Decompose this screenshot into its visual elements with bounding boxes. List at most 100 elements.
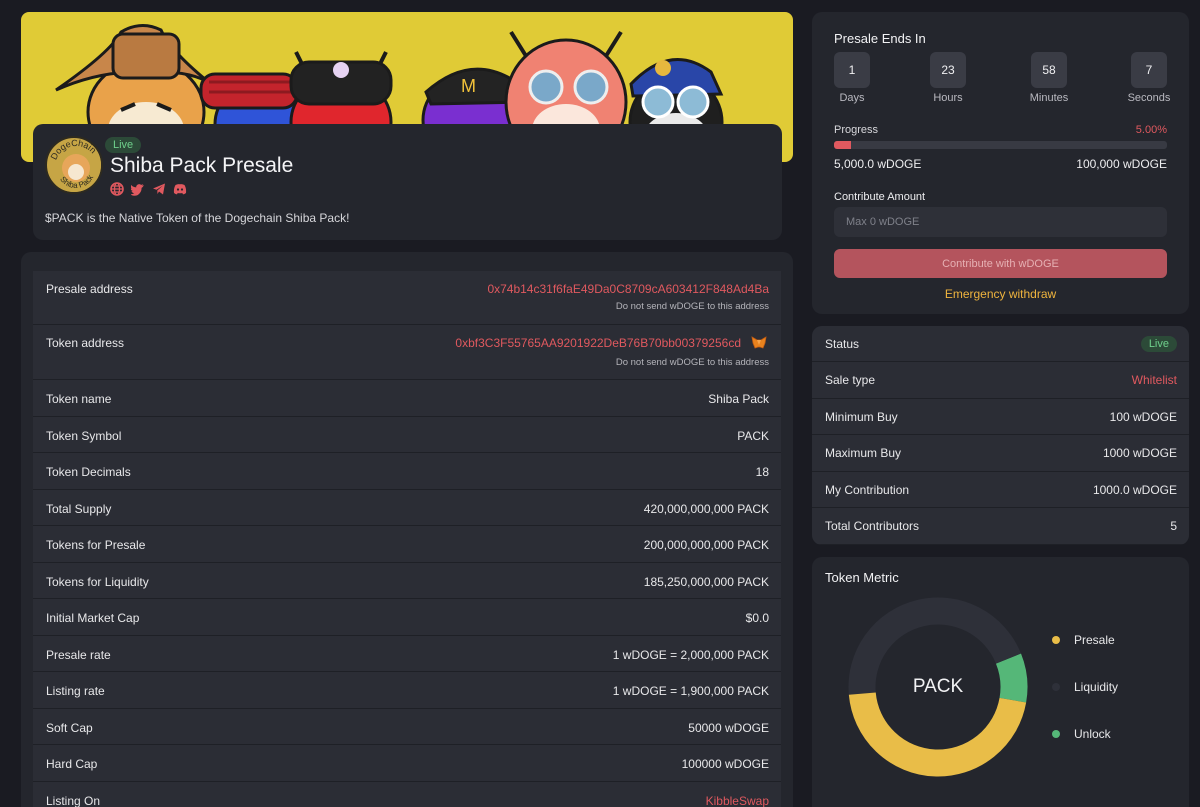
detail-value: 1 wDOGE = 1,900,000 PACK — [612, 684, 769, 698]
countdown-minutes-label: Minutes — [1029, 92, 1069, 104]
project-logo: DogeChain Shiba Pack — [45, 136, 103, 194]
metamask-icon[interactable] — [751, 336, 767, 350]
countdown-seconds: 7 — [1131, 52, 1167, 88]
detail-label: Presale rate — [46, 648, 111, 662]
detail-label: Token address — [46, 336, 125, 350]
my-contribution-row: My Contribution 1000.0 wDOGE — [812, 472, 1189, 508]
sale-status-panel: Status Live Sale type Whitelist Minimum … — [812, 326, 1189, 545]
total-contributors-row: Total Contributors 5 — [812, 508, 1189, 545]
status-badge: Live — [1140, 336, 1177, 352]
countdown-days: 1 — [834, 52, 870, 88]
progress-raised: 5,000.0 wDOGE — [834, 157, 922, 171]
detail-row-soft-cap: Soft Cap 50000 wDOGE — [33, 709, 781, 745]
detail-label: Presale address — [46, 282, 133, 296]
detail-row-total-supply: Total Supply 420,000,000,000 PACK — [33, 490, 781, 526]
detail-value: 100000 wDOGE — [681, 757, 769, 771]
detail-value: PACK — [737, 429, 769, 443]
detail-row-initial-market-cap: Initial Market Cap $0.0 — [33, 599, 781, 636]
donut-segment-presale — [848, 692, 1027, 777]
detail-label: Hard Cap — [46, 757, 98, 771]
detail-value: 50000 wDOGE — [688, 721, 769, 735]
detail-label: Listing rate — [46, 684, 105, 698]
detail-value: 18 — [755, 465, 769, 479]
contribute-button[interactable]: Contribute with wDOGE — [834, 249, 1167, 278]
countdown-days-label: Days — [839, 92, 865, 104]
detail-value: Shiba Pack — [708, 392, 769, 406]
maximum-buy-row: Maximum Buy 1000 wDOGE — [812, 435, 1189, 472]
countdown-hours-label: Hours — [933, 92, 963, 104]
detail-value: 1 wDOGE = 2,000,000 PACK — [612, 648, 769, 662]
status-value: 1000.0 wDOGE — [1092, 483, 1177, 497]
legend-label: Unlock — [1074, 727, 1111, 741]
status-label: Sale type — [825, 373, 876, 387]
presale-details: Presale address 0x74b14c31f6faE49Da0C870… — [21, 252, 793, 807]
progress-label: Progress — [834, 124, 879, 136]
contribute-amount-input[interactable] — [834, 207, 1167, 237]
detail-row-token-symbol: Token Symbol PACK — [33, 417, 781, 453]
detail-row-token-name: Token name Shiba Pack — [33, 380, 781, 417]
detail-label: Soft Cap — [46, 721, 93, 735]
token-metric-donut: PACK — [848, 597, 1028, 777]
detail-value: 420,000,000,000 PACK — [643, 502, 769, 516]
detail-row-tokens-for-presale: Tokens for Presale 200,000,000,000 PACK — [33, 526, 781, 563]
progress-bar — [834, 141, 1167, 149]
countdown-minutes: 58 — [1031, 52, 1067, 88]
detail-value: $0.0 — [745, 611, 769, 625]
detail-label: Token Symbol — [46, 429, 122, 443]
sale-type-value: Whitelist — [1131, 373, 1177, 387]
emergency-withdraw-link[interactable]: Emergency withdraw — [812, 287, 1189, 301]
status-label: Total Contributors — [825, 519, 920, 533]
contribute-amount-label: Contribute Amount — [834, 191, 926, 203]
detail-label: Token Decimals — [46, 465, 131, 479]
minimum-buy-row: Minimum Buy 100 wDOGE — [812, 399, 1189, 435]
legend-item-presale: Presale — [1052, 633, 1115, 647]
countdown-seconds-label: Seconds — [1127, 92, 1171, 104]
status-value: 100 wDOGE — [1109, 410, 1177, 424]
legend-dot-unlock — [1052, 730, 1060, 738]
token-address-link[interactable]: 0xbf3C3F55765AA9201922DeB76B70bb00379256… — [455, 336, 741, 350]
legend-item-unlock: Unlock — [1052, 727, 1111, 741]
detail-label: Total Supply — [46, 502, 112, 516]
detail-row-presale-rate: Presale rate 1 wDOGE = 2,000,000 PACK — [33, 636, 781, 672]
donut-segment-unlock — [995, 653, 1028, 703]
discord-icon[interactable] — [173, 182, 187, 196]
status-label: Status — [825, 337, 860, 351]
legend-dot-presale — [1052, 636, 1060, 644]
presale-address-link[interactable]: 0x74b14c31f6faE49Da0C8709cA603412F848Ad4… — [487, 282, 769, 296]
detail-label: Tokens for Presale — [46, 538, 146, 552]
detail-row-tokens-for-liquidity: Tokens for Liquidity 185,250,000,000 PAC… — [33, 563, 781, 599]
detail-note: Do not send wDOGE to this address — [615, 301, 769, 312]
countdown-hours: 23 — [930, 52, 966, 88]
status-label: My Contribution — [825, 483, 910, 497]
detail-label: Initial Market Cap — [46, 611, 140, 625]
detail-row-listing-rate: Listing rate 1 wDOGE = 1,900,000 PACK — [33, 672, 781, 709]
sale-type-row: Sale type Whitelist — [812, 362, 1189, 399]
globe-icon[interactable] — [110, 182, 124, 196]
legend-label: Liquidity — [1074, 680, 1119, 694]
status-label: Maximum Buy — [825, 446, 902, 460]
detail-label: Listing On — [46, 794, 101, 807]
detail-row-listing-on: Listing On KibbleSwap — [33, 782, 781, 807]
svg-text:M: M — [461, 76, 476, 96]
detail-value: 200,000,000,000 PACK — [643, 538, 769, 552]
legend-label: Presale — [1074, 633, 1115, 647]
detail-label: Token name — [46, 392, 112, 406]
presale-panel: Presale Ends In 1 Days 23 Hours 58 Minut… — [812, 12, 1189, 314]
progress-percent: 5.00% — [1135, 124, 1167, 136]
status-label: Minimum Buy — [825, 410, 898, 424]
live-status-badge: Live — [105, 137, 142, 153]
donut-center-label: PACK — [913, 676, 964, 697]
detail-row-hard-cap: Hard Cap 100000 wDOGE — [33, 745, 781, 782]
countdown-title: Presale Ends In — [834, 31, 926, 46]
detail-row-token-address: Token address 0xbf3C3F55765AA9201922DeB7… — [33, 325, 781, 380]
token-metric-panel: Token Metric PACK Presale Liquidity Unlo… — [812, 557, 1189, 807]
telegram-icon[interactable] — [152, 182, 166, 196]
social-links — [110, 182, 187, 196]
legend-item-liquidity: Liquidity — [1052, 680, 1119, 694]
status-value: 5 — [1170, 519, 1177, 533]
detail-label: Tokens for Liquidity — [46, 575, 149, 589]
detail-note: Do not send wDOGE to this address — [615, 357, 769, 368]
detail-row-token-decimals: Token Decimals 18 — [33, 453, 781, 490]
twitter-icon[interactable] — [131, 182, 145, 196]
listing-on-link[interactable]: KibbleSwap — [706, 794, 769, 807]
